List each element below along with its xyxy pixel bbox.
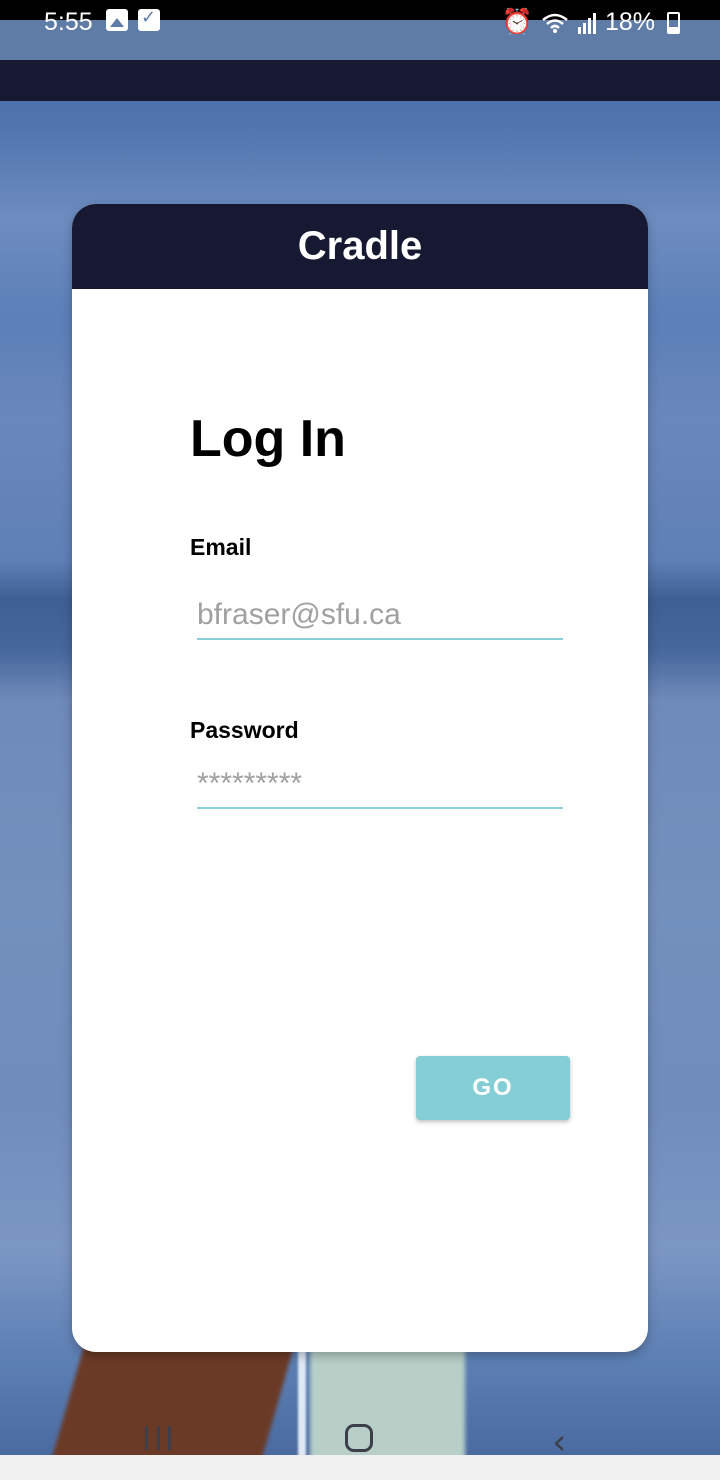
battery-percent: 18% (604, 8, 655, 36)
app-top-bar (0, 60, 720, 101)
home-icon[interactable] (345, 1424, 373, 1452)
recent-apps-icon[interactable] (145, 1426, 171, 1450)
battery-icon (667, 11, 680, 34)
navigation-bar: ‹ (0, 1400, 720, 1463)
signal-icon (577, 12, 596, 34)
go-button[interactable]: GO (416, 1056, 570, 1120)
app-title: Cradle (297, 224, 423, 268)
status-time: 5:55 (44, 8, 93, 36)
password-label: Password (190, 717, 299, 743)
password-field[interactable] (197, 761, 563, 809)
bottom-strip (0, 1455, 720, 1480)
login-card: Cradle Log In Email Password GO (72, 204, 648, 1352)
email-field[interactable] (197, 592, 563, 640)
checkbox-icon (138, 7, 160, 31)
card-header: Cradle (72, 204, 648, 289)
email-label: Email (190, 534, 252, 560)
image-icon (106, 9, 128, 31)
alarm-icon: ⏰ (501, 8, 533, 36)
wifi-icon (542, 13, 568, 33)
status-icons-right: ⏰ 18% (502, 8, 680, 37)
page-title: Log In (190, 410, 346, 468)
status-icons-left (106, 7, 160, 31)
